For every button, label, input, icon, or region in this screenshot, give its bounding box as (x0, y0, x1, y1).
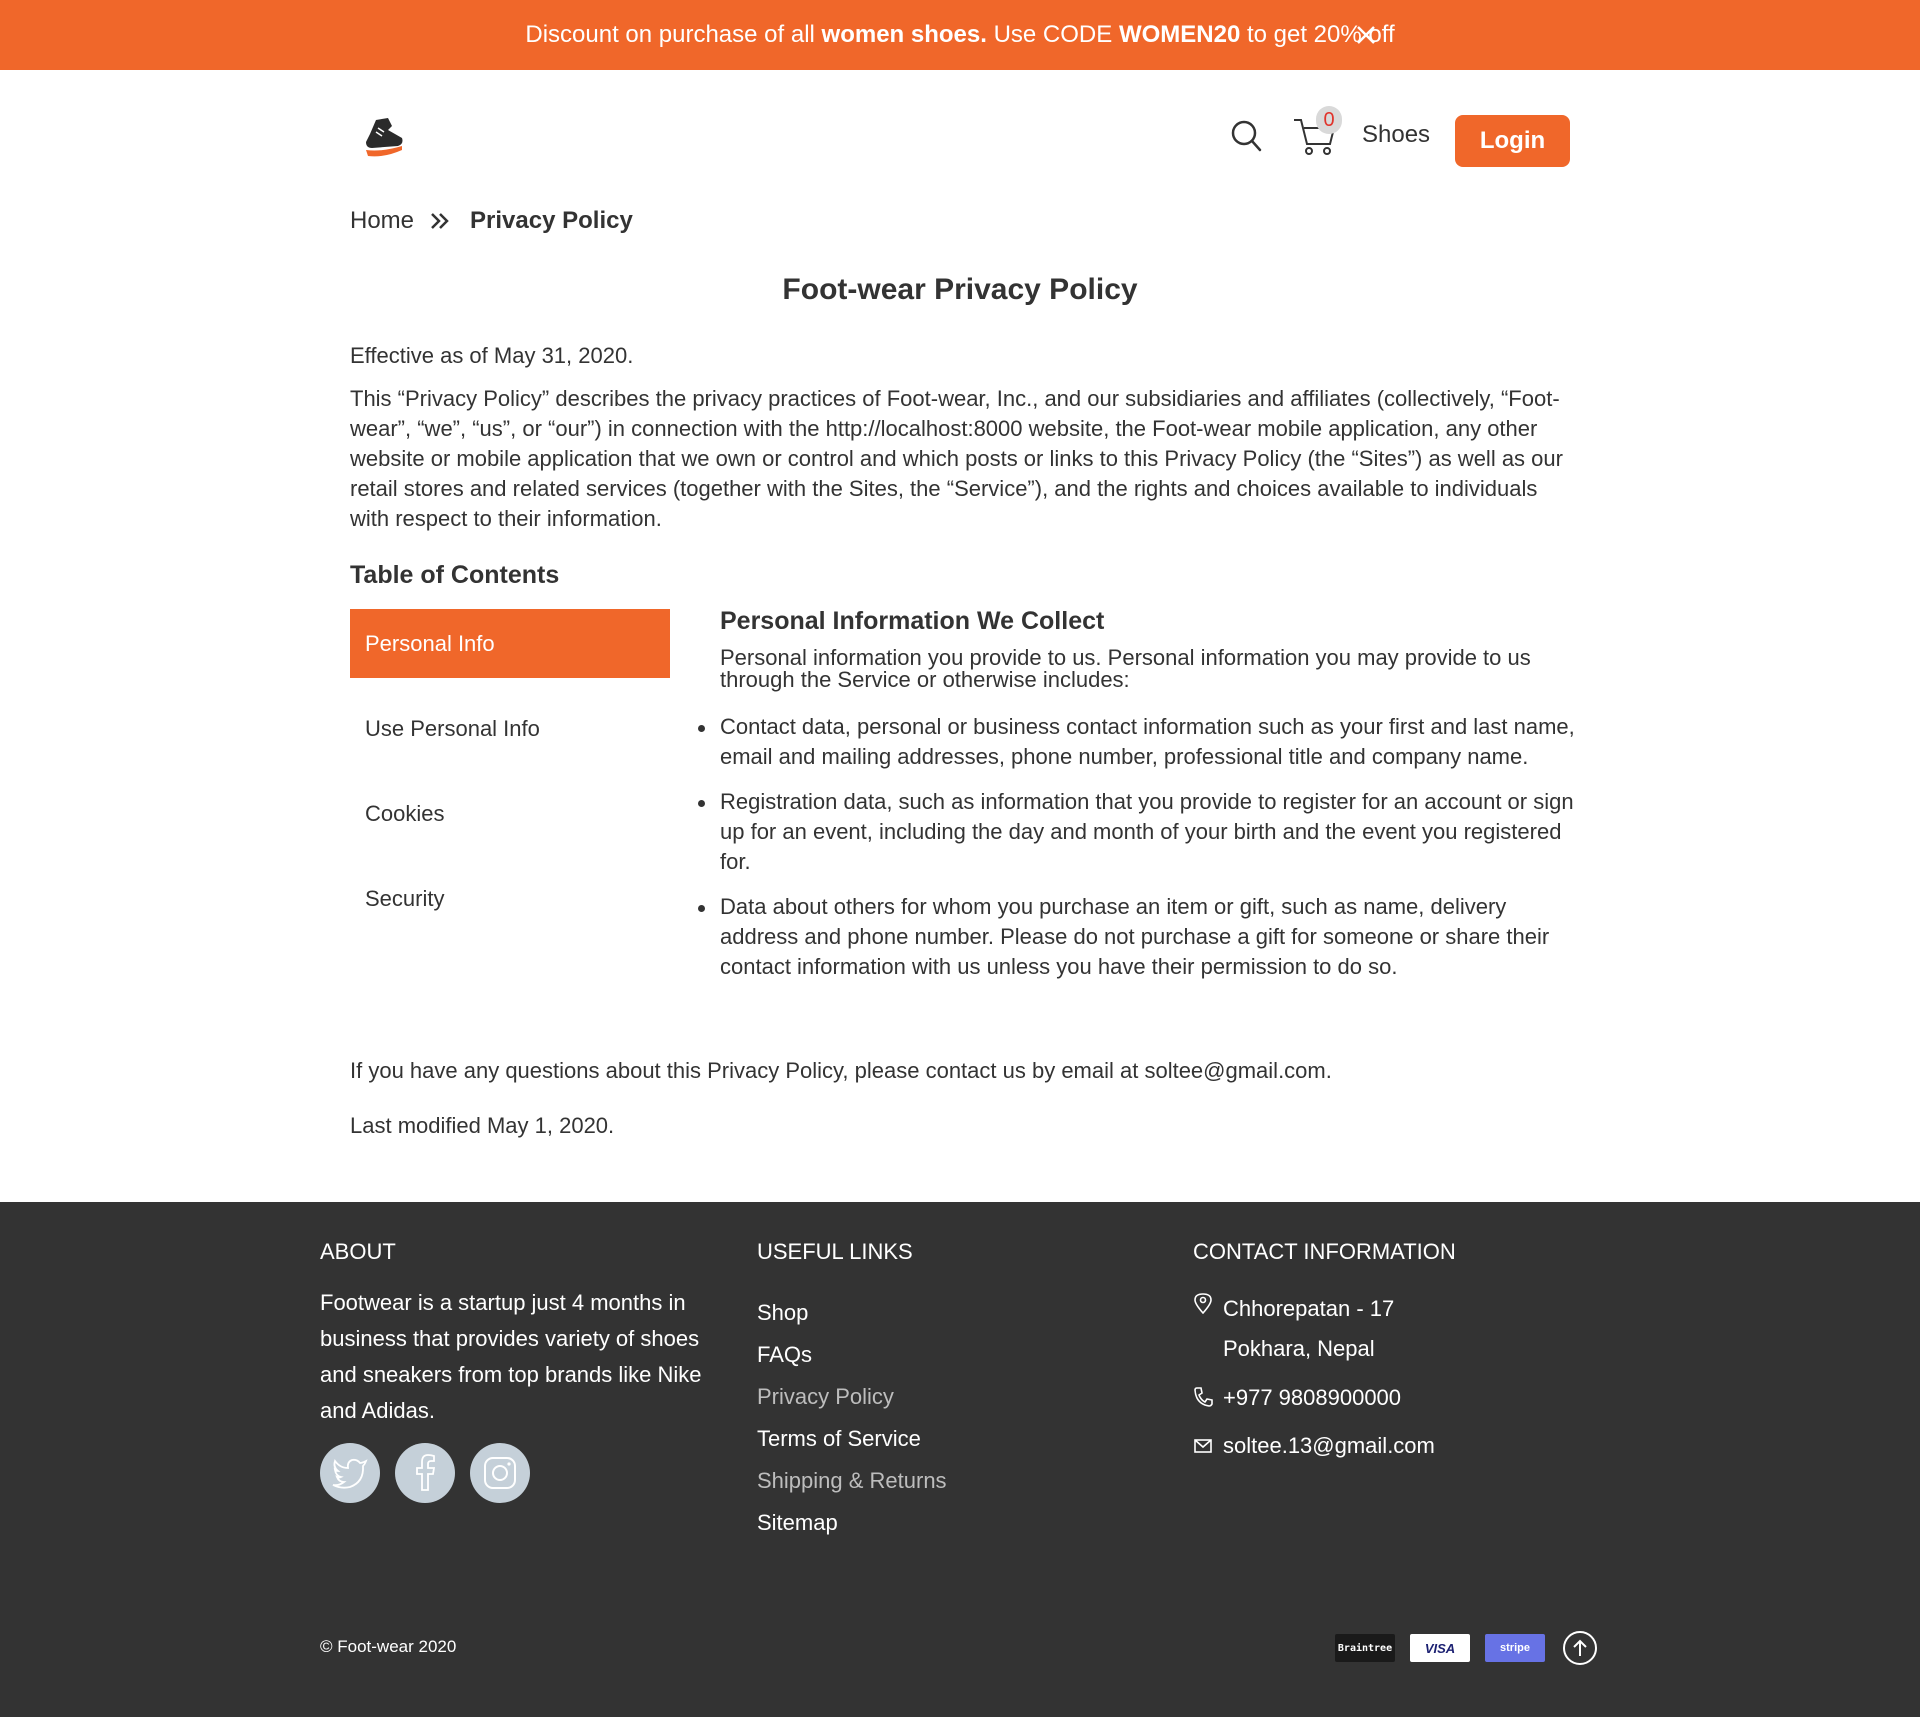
footer-links-heading: USEFUL LINKS (757, 1239, 913, 1264)
search-icon[interactable] (1230, 119, 1262, 153)
footer-link-privacy-policy[interactable]: Privacy Policy (757, 1383, 947, 1425)
bullet-list: Contact data, personal or business conta… (698, 712, 1580, 997)
toc-item-personal-info[interactable]: Personal Info (350, 609, 670, 678)
last-modified: Last modified May 1, 2020. (350, 1113, 615, 1138)
braintree-logo: Braintree (1335, 1634, 1395, 1662)
list-item: Data about others for whom you purchase … (698, 892, 1580, 982)
footer-link-shipping-returns[interactable]: Shipping & Returns (757, 1467, 947, 1509)
contact-phone: +977 9808900000 (1193, 1385, 1401, 1411)
promo-text: Discount on purchase of all women shoes.… (525, 21, 1394, 49)
promo-text-part: Use CODE (986, 21, 1119, 48)
double-chevron-right-icon (431, 213, 449, 229)
close-icon[interactable] (1352, 21, 1380, 49)
promo-text-part: Discount on purchase of all (525, 21, 822, 48)
shoes-nav-link[interactable]: Shoes (1362, 121, 1430, 149)
phone-icon (1194, 1387, 1213, 1407)
footer-link-terms-of-service[interactable]: Terms of Service (757, 1425, 947, 1467)
contact-note: If you have any questions about this Pri… (350, 1058, 1332, 1083)
list-item: Registration data, such as information t… (698, 787, 1580, 877)
section-intro: Personal information you provide to us. … (720, 645, 1531, 692)
phone-number[interactable]: +977 9808900000 (1193, 1385, 1401, 1411)
visa-logo: VISA (1410, 1634, 1470, 1662)
email-address[interactable]: soltee.13@gmail.com (1193, 1433, 1435, 1459)
contact-address: Chhorepatan - 17 Pokhara, Nepal (1193, 1289, 1394, 1369)
promo-banner: Discount on purchase of all women shoes.… (0, 0, 1920, 70)
footer-about-text: Footwear is a startup just 4 months in b… (320, 1290, 702, 1423)
section-title: Personal Information We Collect (720, 607, 1105, 635)
breadcrumb: Home Privacy Policy (350, 207, 633, 235)
twitter-icon[interactable] (320, 1443, 380, 1503)
facebook-icon[interactable] (395, 1443, 455, 1503)
login-button[interactable]: Login (1455, 115, 1570, 167)
address-line-1: Chhorepatan - 17 (1223, 1296, 1395, 1321)
promo-code: WOMEN20 (1118, 21, 1241, 48)
breadcrumb-current: Privacy Policy (470, 207, 633, 234)
toc-item-cookies[interactable]: Cookies (350, 779, 670, 848)
promo-highlight: women shoes. (821, 21, 987, 48)
list-item: Contact data, personal or business conta… (698, 712, 1580, 772)
footer (0, 1202, 1920, 1717)
footer-about-heading: ABOUT (320, 1239, 396, 1264)
table-of-contents: Personal Info Use Personal Info Cookies … (350, 609, 670, 949)
instagram-icon[interactable] (470, 1443, 530, 1503)
mail-icon (1194, 1439, 1212, 1453)
page-title: Foot-wear Privacy Policy (782, 273, 1138, 306)
arrow-up-circle-icon[interactable] (1563, 1631, 1597, 1665)
toc-item-use-personal-info[interactable]: Use Personal Info (350, 694, 670, 763)
footer-link-faqs[interactable]: FAQs (757, 1341, 947, 1383)
toc-heading: Table of Contents (350, 561, 560, 589)
address-line-2: Pokhara, Nepal (1223, 1336, 1375, 1361)
copyright: © Foot-wear 2020 (320, 1637, 457, 1656)
map-pin-icon (1194, 1293, 1212, 1314)
footer-link-sitemap[interactable]: Sitemap (757, 1509, 947, 1551)
footer-links: Shop FAQs Privacy Policy Terms of Servic… (757, 1299, 947, 1551)
intro-paragraph: This “Privacy Policy” describes the priv… (350, 386, 1563, 531)
breadcrumb-home[interactable]: Home (350, 207, 414, 235)
footer-contact-heading: CONTACT INFORMATION (1193, 1239, 1456, 1264)
sneaker-logo-icon[interactable] (362, 116, 406, 162)
footer-link-shop[interactable]: Shop (757, 1299, 947, 1341)
contact-email: soltee.13@gmail.com (1193, 1433, 1435, 1459)
effective-date: Effective as of May 31, 2020. (350, 343, 634, 368)
cart-count-badge: 0 (1316, 106, 1342, 134)
stripe-logo: stripe (1485, 1634, 1545, 1662)
toc-item-security[interactable]: Security (350, 864, 670, 933)
